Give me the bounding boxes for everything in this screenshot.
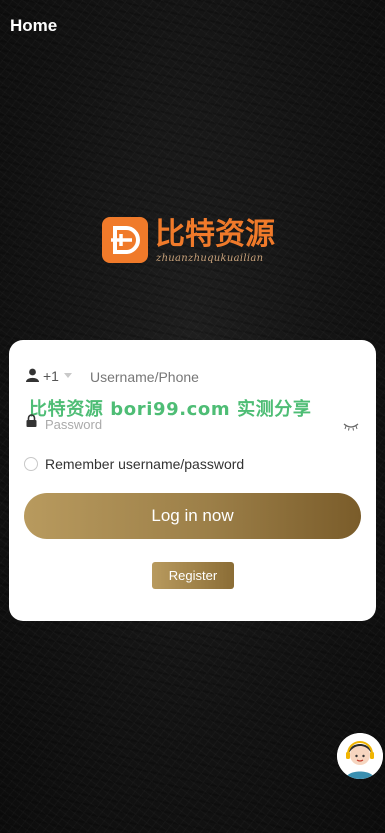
lock-icon	[26, 414, 37, 432]
username-input[interactable]	[88, 365, 352, 389]
logo-chinese-text: 比特资源	[155, 217, 275, 252]
logo-badge-icon	[102, 217, 148, 263]
customer-support-icon[interactable]	[337, 733, 383, 779]
chevron-down-icon[interactable]	[64, 373, 72, 378]
remember-radio[interactable]	[24, 457, 38, 471]
eye-closed-icon[interactable]	[343, 418, 359, 436]
brand-logo: 比特资源 zhuanzhuqukuailian	[102, 217, 280, 269]
user-icon	[26, 368, 39, 387]
page-title: Home	[10, 16, 58, 35]
username-row: +1	[24, 361, 361, 391]
password-input[interactable]	[43, 413, 337, 435]
logo-pinyin-text: zhuanzhuqukuailian	[156, 253, 264, 264]
login-button[interactable]: Log in now	[24, 493, 361, 539]
register-button[interactable]: Register	[152, 562, 234, 589]
login-card: +1 比特资源 bori99.com 实测分享 Remember usernam…	[9, 340, 376, 621]
country-code-select[interactable]: +1	[43, 368, 59, 384]
remember-label: Remember username/password	[45, 456, 245, 472]
password-row	[24, 406, 361, 436]
